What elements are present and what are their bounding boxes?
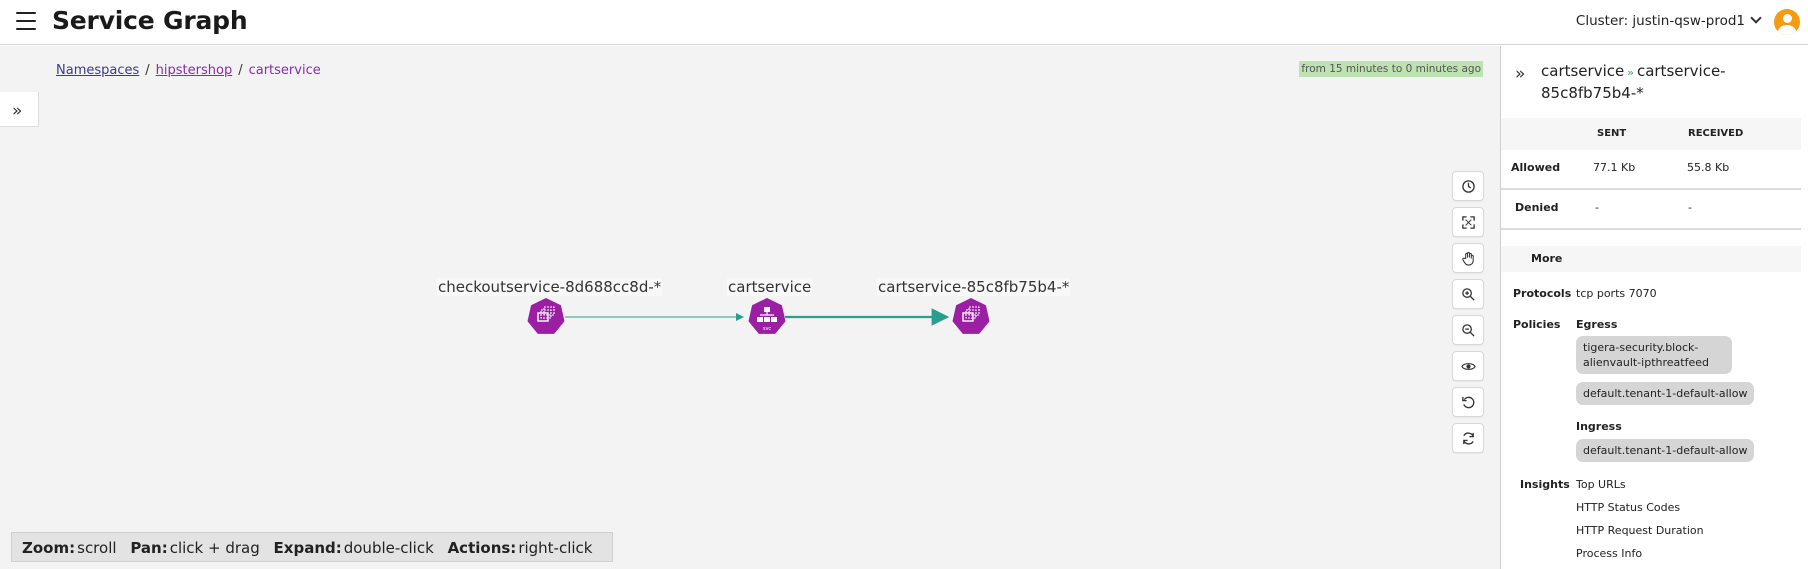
allowed-received: 55.8 Kb <box>1687 161 1730 174</box>
egress-label: Egress <box>1576 318 1618 331</box>
details-panel: » cartservice» cartservice-85c8fb75b4-* S… <box>1500 46 1808 569</box>
top-app-bar: Service Graph Cluster: justin-qsw-prod1 <box>0 0 1808 45</box>
policies-label: Policies <box>1513 318 1561 331</box>
replicaset-icon[interactable] <box>527 298 565 334</box>
replicaset-icon[interactable] <box>952 298 990 334</box>
user-avatar-icon[interactable] <box>1774 9 1800 35</box>
cluster-selector[interactable]: Cluster: justin-qsw-prod1 <box>1575 12 1762 29</box>
policy-chip[interactable]: default.tenant-1-default-allow <box>1576 439 1755 462</box>
graph-canvas[interactable]: » Namespaces / hipstershop / cartservice fro… <box>0 46 1500 569</box>
fit-screen-icon[interactable] <box>1452 207 1484 237</box>
denied-sent: - <box>1595 201 1599 214</box>
refresh-icon[interactable] <box>1452 423 1484 453</box>
collapse-panel-icon[interactable]: » <box>1515 64 1525 84</box>
page-title: Service Graph <box>52 6 248 35</box>
column-received: RECEIVED <box>1688 128 1744 139</box>
zoom-out-icon[interactable] <box>1452 315 1484 345</box>
hint-expand: Expand: double-click <box>273 539 434 557</box>
service-icon[interactable]: svc <box>748 298 786 334</box>
ingress-label: Ingress <box>1576 420 1622 433</box>
zoom-in-icon[interactable] <box>1452 279 1484 309</box>
menu-icon[interactable] <box>16 12 36 31</box>
visibility-icon[interactable] <box>1452 351 1484 381</box>
column-sent: SENT <box>1597 128 1627 139</box>
hint-actions: Actions: right-click <box>447 539 593 557</box>
protocols-label: Protocols <box>1513 287 1572 300</box>
row-denied-label: Denied <box>1515 201 1559 214</box>
hint-zoom: Zoom: scroll <box>22 539 117 557</box>
row-allowed-label: Allowed <box>1511 161 1561 174</box>
history-icon[interactable] <box>1452 171 1484 201</box>
insight-top-urls[interactable]: Top URLs <box>1576 478 1626 491</box>
insights-label: Insights <box>1520 478 1570 491</box>
flow-source: cartservice <box>1541 62 1625 80</box>
traffic-table-header <box>1501 118 1801 150</box>
denied-received: - <box>1688 201 1692 214</box>
hint-pan: Pan: click + drag <box>130 539 260 557</box>
chevron-down-icon <box>1750 12 1762 24</box>
pan-hand-icon[interactable] <box>1452 243 1484 273</box>
svg-text:svc: svc <box>763 326 772 332</box>
cluster-label: Cluster: justin-qsw-prod1 <box>1575 13 1745 29</box>
insight-http-status-codes[interactable]: HTTP Status Codes <box>1576 501 1680 514</box>
more-label: More <box>1531 252 1563 265</box>
double-chevron-right-icon: » <box>12 101 23 121</box>
interaction-hints: Zoom: scroll Pan: click + drag Expand: doub… <box>11 532 613 562</box>
policy-chip[interactable]: default.tenant-1-default-allow <box>1576 382 1755 405</box>
panel-title: cartservice» cartservice-85c8fb75b4-* <box>1541 61 1791 103</box>
graph-toolbar <box>1452 171 1484 459</box>
divider <box>1501 188 1801 190</box>
allowed-sent: 77.1 Kb <box>1593 161 1636 174</box>
flow-arrow-icon: » <box>1627 66 1634 79</box>
graph-edges: svc <box>527 298 990 334</box>
divider <box>1501 228 1801 230</box>
policy-chip[interactable]: tigera-security.block-alienvault-ipthrea… <box>1576 336 1732 374</box>
expand-sidebar-button[interactable]: » <box>0 92 39 127</box>
insight-http-request-duration[interactable]: HTTP Request Duration <box>1576 524 1704 537</box>
insight-process-info[interactable]: Process Info <box>1576 547 1642 560</box>
undo-icon[interactable] <box>1452 387 1484 417</box>
protocols-value: tcp ports 7070 <box>1576 287 1657 300</box>
